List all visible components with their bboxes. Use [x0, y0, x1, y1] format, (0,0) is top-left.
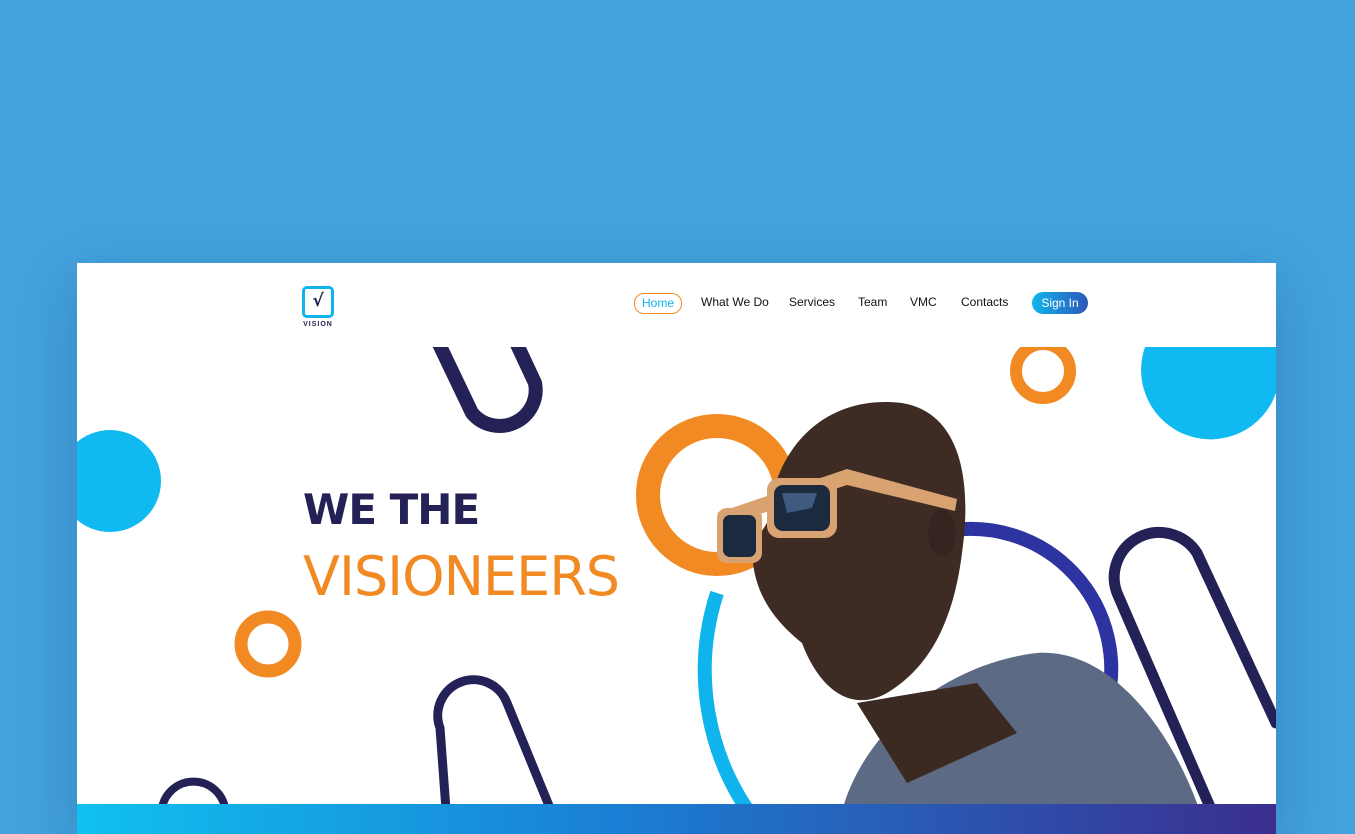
nav-vmc[interactable]: VMC — [910, 295, 937, 309]
hero-heading-line2: VISIONEERS — [303, 545, 620, 608]
browser-window: √ VISION Home What We Do Services Team V… — [77, 263, 1276, 834]
nav-contacts[interactable]: Contacts — [961, 295, 1008, 309]
nav-services[interactable]: Services — [789, 295, 835, 309]
cyan-quarter-shape — [1141, 347, 1276, 440]
top-navigation: √ VISION Home What We Do Services Team V… — [77, 263, 1276, 347]
hero-decoration — [77, 316, 1276, 834]
logo-check-icon: √ — [312, 291, 324, 311]
orange-ring-top — [1010, 338, 1076, 404]
navy-arch-bottom — [433, 675, 557, 828]
orange-ring-small — [234, 610, 302, 678]
nav-what-we-do[interactable]: What We Do — [701, 295, 769, 309]
vision-logo[interactable]: √ VISION — [302, 286, 334, 328]
cyan-circle-left — [77, 430, 161, 532]
bottom-gradient-band — [77, 804, 1276, 834]
nav-home[interactable]: Home — [634, 293, 682, 314]
hero-heading-line1: WE THE — [303, 485, 480, 534]
sign-in-button[interactable]: Sign In — [1032, 292, 1088, 314]
nav-team[interactable]: Team — [858, 295, 887, 309]
logo-mark: √ — [302, 286, 334, 318]
cyan-arc — [697, 590, 763, 828]
logo-text: VISION — [303, 321, 333, 328]
